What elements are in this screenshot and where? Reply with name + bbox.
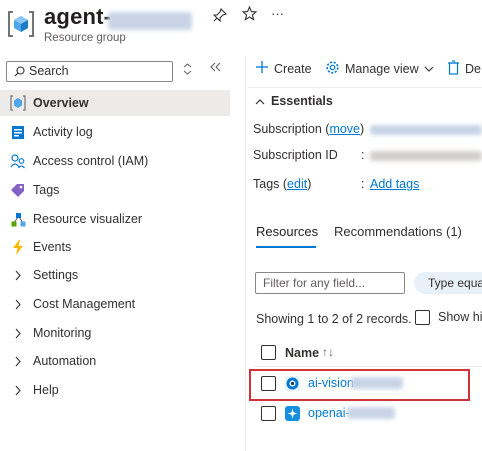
filter-input[interactable]: Filter for any field...	[255, 272, 405, 294]
manage-view-label: Manage view	[345, 62, 419, 76]
edit-tags-link[interactable]: edit	[287, 177, 307, 191]
sidebar-item-label: Settings	[33, 268, 79, 282]
select-all-checkbox[interactable]	[261, 345, 276, 360]
add-tags-link[interactable]: Add tags	[370, 177, 419, 191]
sidebar-item-settings[interactable]: Settings	[0, 262, 230, 288]
redacted-subscription-name	[370, 125, 482, 135]
sidebar-item-overview[interactable]: Overview	[0, 90, 230, 116]
tags-label: Tags (edit)	[253, 177, 311, 191]
subscription-id-label: Subscription ID	[253, 148, 338, 162]
search-input[interactable]: Search	[6, 61, 173, 82]
sidebar-item-label: Access control (IAM)	[33, 154, 149, 168]
sidebar-item-automation[interactable]: Automation	[0, 348, 230, 374]
active-tab-indicator	[256, 246, 316, 248]
sidebar-item-label: Tags	[33, 183, 60, 197]
sidebar-item-label: Events	[33, 240, 72, 254]
sidebar-item-cost-management[interactable]: Cost Management	[0, 291, 230, 317]
chevron-right-icon	[8, 356, 28, 367]
chevron-right-icon	[8, 328, 28, 339]
subscription-label-text: Subscription (	[253, 122, 330, 136]
sidebar-item-access-control[interactable]: Access control (IAM)	[0, 148, 230, 174]
chevron-right-icon	[8, 270, 28, 281]
resource-link-ai-vision[interactable]: ai-vision	[308, 376, 354, 390]
chevron-up-icon	[255, 94, 265, 108]
star-icon[interactable]	[241, 5, 258, 25]
sidebar-item-help[interactable]: Help	[0, 377, 230, 403]
lightning-icon	[8, 239, 28, 255]
collapse-sidebar-icon[interactable]	[209, 61, 221, 76]
search-placeholder: Search	[29, 64, 69, 78]
redacted-subscription-id	[370, 151, 482, 161]
gear-icon	[325, 60, 345, 78]
sidebar-item-label: Cost Management	[33, 297, 136, 311]
subscription-id-colon: :	[361, 148, 365, 162]
chevron-right-icon	[8, 385, 28, 396]
sidebar-item-activity-log[interactable]: Activity log	[0, 119, 230, 145]
sidebar-item-label: Monitoring	[33, 326, 92, 340]
chevron-right-icon	[8, 299, 28, 310]
sort-icon[interactable]: ↑↓	[322, 345, 334, 359]
activity-log-icon	[8, 125, 28, 140]
sidebar-item-label: Automation	[33, 354, 97, 368]
create-label: Create	[274, 61, 312, 76]
tag-icon	[8, 183, 28, 197]
openai-icon	[285, 406, 300, 424]
table-header-divider	[254, 366, 482, 367]
type-filter-pill[interactable]: Type equa	[414, 272, 482, 294]
redacted-resource-suffix	[347, 407, 395, 419]
page-subtitle: Resource group	[44, 32, 126, 44]
delete-label: De	[465, 62, 481, 76]
chevron-down-icon	[424, 62, 439, 76]
tags-label-close: )	[307, 177, 312, 191]
sidebar-divider	[245, 56, 246, 451]
trash-icon	[447, 60, 465, 78]
row-checkbox[interactable]	[261, 376, 276, 391]
tab-resources[interactable]: Resources	[256, 224, 318, 239]
subscription-label: Subscription (move)	[253, 122, 364, 136]
pin-icon[interactable]	[212, 7, 228, 26]
resource-group-icon	[8, 95, 28, 111]
show-hidden-checkbox[interactable]	[415, 310, 430, 325]
essentials-heading: Essentials	[271, 94, 333, 108]
resource-link-openai[interactable]: openai-	[308, 406, 350, 420]
column-header-name[interactable]: Name	[285, 346, 319, 360]
expand-collapse-icon[interactable]	[183, 63, 192, 78]
computer-vision-icon	[285, 376, 300, 394]
row-checkbox[interactable]	[261, 406, 276, 421]
sidebar-item-label: Activity log	[33, 125, 93, 139]
sidebar-item-label: Overview	[33, 96, 89, 110]
visualizer-icon	[8, 212, 28, 227]
sidebar-item-tags[interactable]: Tags	[0, 177, 230, 203]
sidebar-item-label: Resource visualizer	[33, 212, 143, 226]
records-count: Showing 1 to 2 of 2 records.	[256, 312, 412, 326]
toolbar-divider	[248, 87, 482, 88]
search-icon	[14, 66, 25, 80]
redacted-title-suffix	[108, 12, 192, 30]
delete-button[interactable]: De	[447, 60, 481, 78]
sidebar-item-label: Help	[33, 383, 59, 397]
page-title: agent-	[44, 4, 112, 29]
sidebar-item-resource-visualizer[interactable]: Resource visualizer	[0, 206, 230, 232]
resource-group-icon	[8, 9, 34, 39]
tags-colon: :	[361, 177, 365, 191]
show-hidden-label: Show hic	[438, 310, 482, 324]
manage-view-button[interactable]: Manage view	[325, 60, 439, 78]
sidebar-item-monitoring[interactable]: Monitoring	[0, 320, 230, 346]
move-link[interactable]: move	[329, 122, 360, 136]
create-button[interactable]: Create	[255, 60, 312, 77]
more-options-button[interactable]: ···	[271, 6, 284, 21]
essentials-toggle[interactable]: Essentials	[255, 94, 333, 108]
redacted-resource-suffix	[351, 377, 403, 389]
tags-label-text: Tags (	[253, 177, 288, 191]
plus-icon	[255, 60, 274, 77]
sidebar-item-events[interactable]: Events	[0, 234, 230, 260]
people-icon	[8, 153, 28, 169]
tab-recommendations[interactable]: Recommendations (1)	[334, 224, 462, 239]
subscription-label-close: )	[360, 122, 365, 136]
